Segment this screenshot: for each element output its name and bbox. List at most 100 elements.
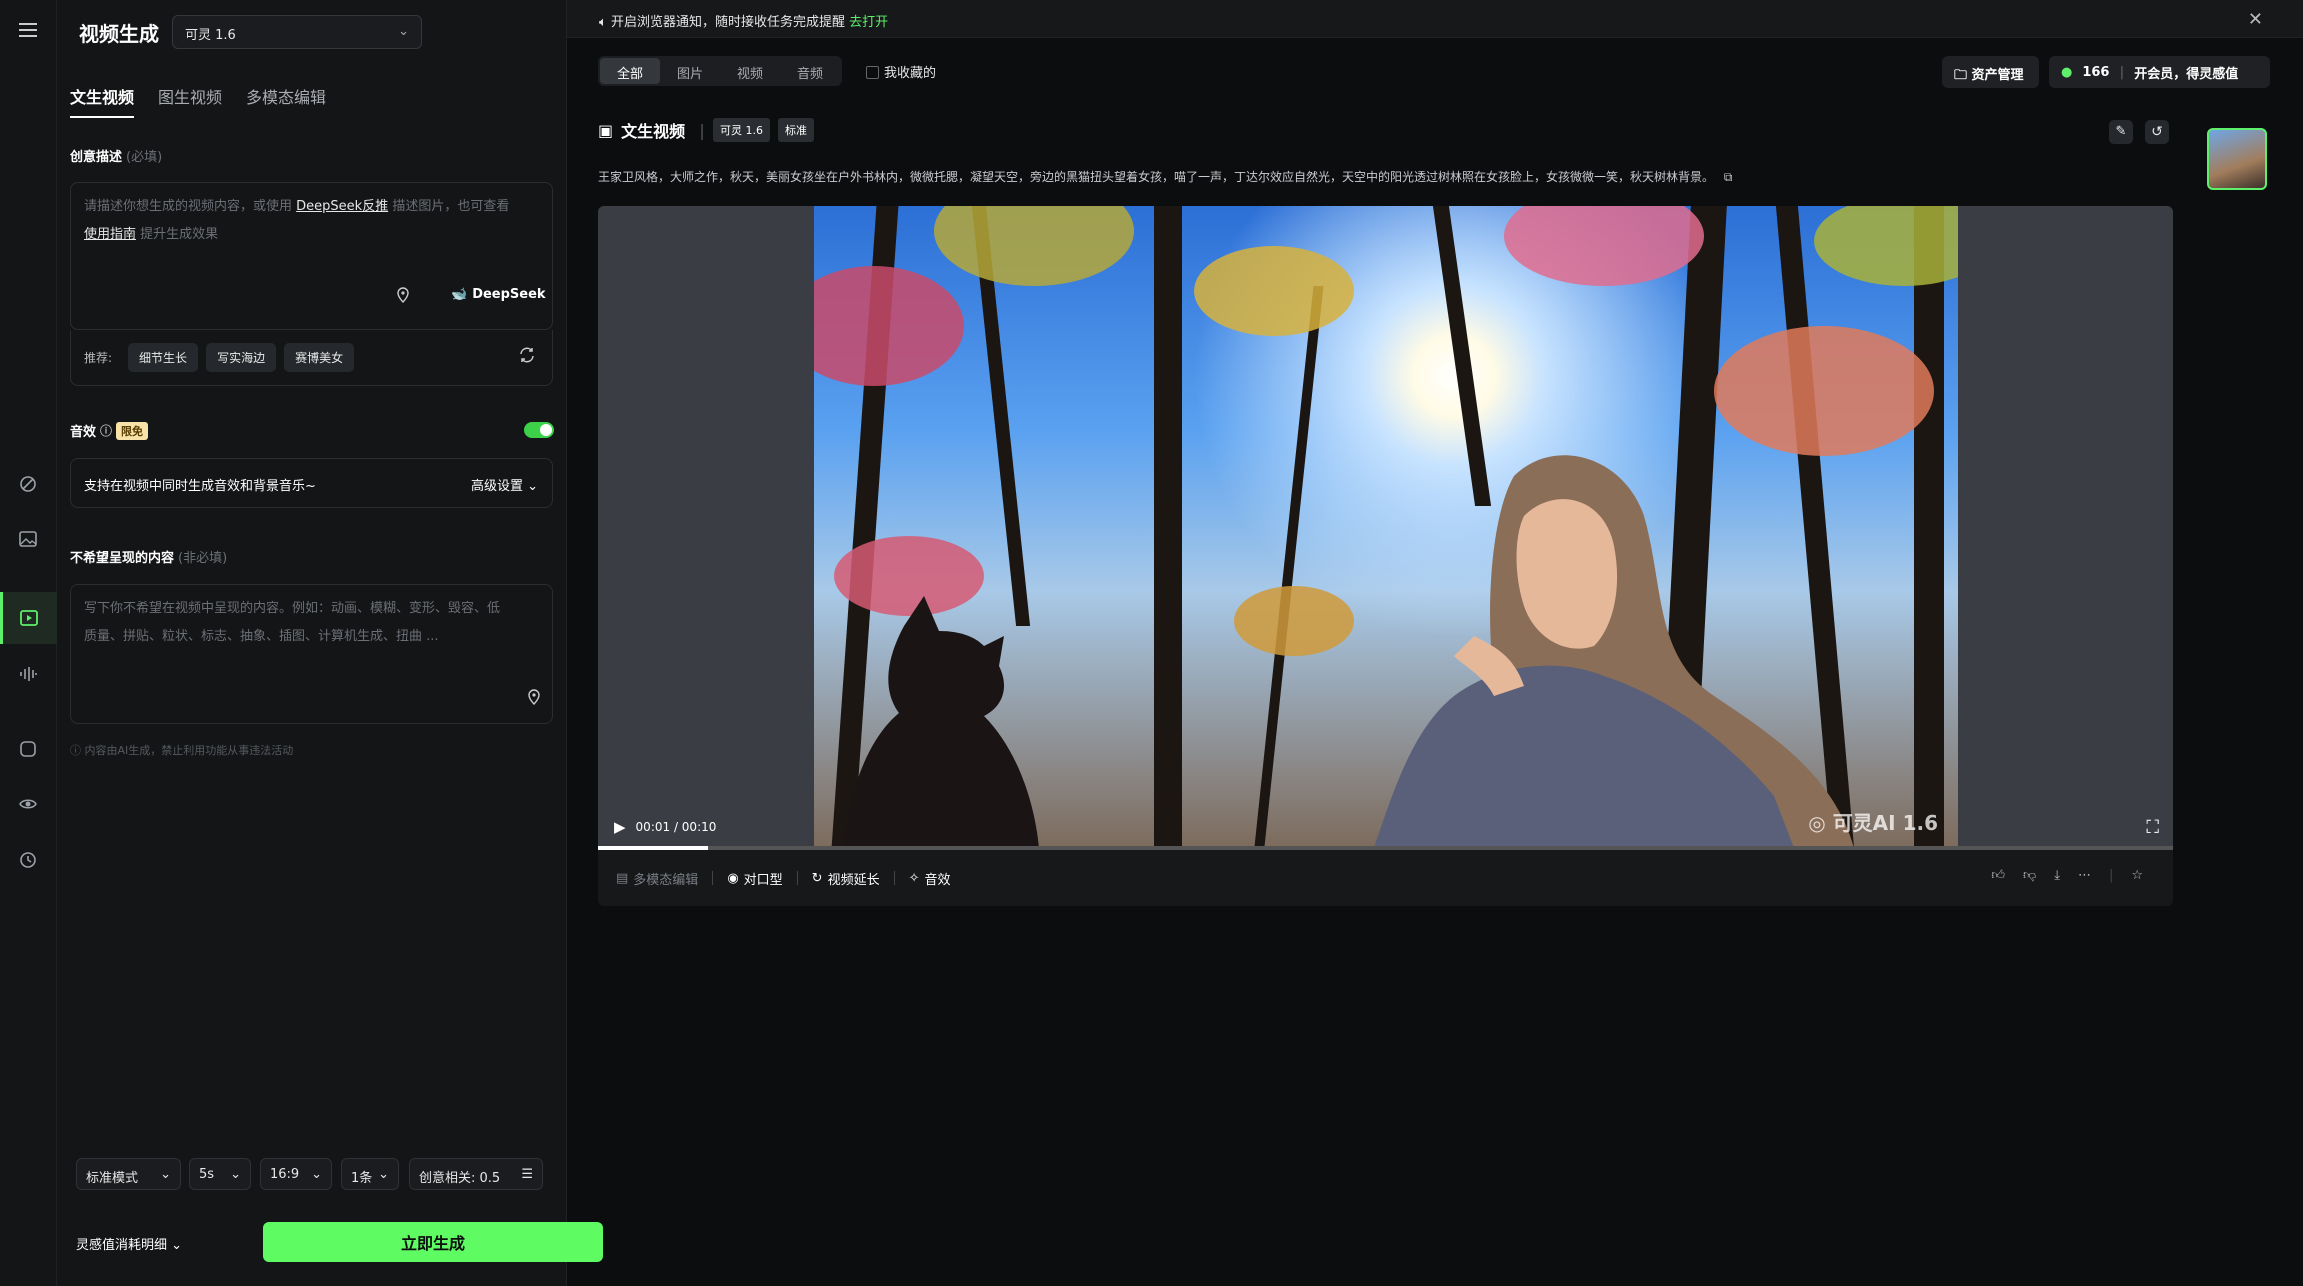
logo-icon: ◎ bbox=[1808, 811, 1826, 835]
download-icon[interactable]: ⤓ bbox=[2054, 868, 2060, 883]
action-label: 对口型 bbox=[743, 872, 783, 888]
creativity-select[interactable]: 创意相关: 0.5 ☰ bbox=[409, 1158, 543, 1190]
filter-audio[interactable]: 音频 bbox=[780, 58, 840, 84]
filter-image[interactable]: 图片 bbox=[660, 58, 720, 84]
sound-effect-button[interactable]: ✧ 音效 bbox=[909, 869, 951, 888]
prompt-placeholder: 请描述你想生成的视频内容，或使用 DeepSeek反推 描述图片，也可查看 使用… bbox=[84, 193, 539, 249]
tab-multimodal-edit[interactable]: 多模态编辑 bbox=[246, 84, 326, 118]
thumbs-down-icon[interactable]: 👎︎ bbox=[2023, 868, 2036, 883]
model-select[interactable]: 可灵 1.6 ⌄ bbox=[172, 15, 422, 49]
prompt-ph-1: 请描述你想生成的视频内容，或使用 bbox=[84, 199, 293, 214]
creative-icon[interactable] bbox=[14, 470, 42, 498]
play-icon[interactable]: ▶ bbox=[614, 818, 626, 836]
enable-notification-link[interactable]: 去打开 bbox=[849, 15, 888, 30]
location-pin-icon[interactable] bbox=[396, 287, 410, 307]
asset-management-button[interactable]: 🗀 资产管理 bbox=[1942, 56, 2039, 88]
speaker-icon: 🔈︎ bbox=[599, 15, 607, 30]
image-gen-icon[interactable] bbox=[14, 525, 42, 553]
points-vip-button[interactable]: ● 166 | 开会员，得灵感值 bbox=[2049, 56, 2270, 88]
prompt-label-text: 创意描述 bbox=[70, 150, 123, 165]
filter-all[interactable]: 全部 bbox=[600, 58, 661, 84]
usage-guide-link[interactable]: 使用指南 bbox=[84, 227, 136, 242]
tab-text-to-video[interactable]: 文生视频 bbox=[70, 84, 135, 118]
video-thumbnail[interactable] bbox=[2207, 128, 2267, 190]
close-icon[interactable]: ✕ bbox=[2248, 9, 2263, 30]
prompt-required: (必填) bbox=[126, 150, 163, 165]
history-icon[interactable] bbox=[14, 846, 42, 874]
location-pin-icon[interactable] bbox=[527, 689, 541, 709]
ratio-select[interactable]: 16:9 ⌄ bbox=[260, 1158, 332, 1190]
sound-description: 支持在视频中同时生成音效和背景音乐~ bbox=[84, 479, 316, 494]
audio-gen-icon[interactable] bbox=[14, 660, 42, 688]
copy-icon[interactable]: ⧉ bbox=[1724, 170, 1733, 184]
video-player[interactable]: ◎ 可灵AI 1.6 ▶ 00:01 / 00:10 ⛶ bbox=[598, 206, 2173, 848]
multimodal-edit-button[interactable]: ▤ 多模态编辑 bbox=[616, 869, 698, 888]
recommend-chip[interactable]: 写实海边 bbox=[206, 343, 277, 372]
woman-figure bbox=[1374, 455, 1854, 848]
deepseek-button[interactable]: 🐋 DeepSeek bbox=[451, 287, 546, 302]
lip-sync-button[interactable]: ◉ 对口型 bbox=[727, 869, 782, 888]
notification-text: 开启浏览器通知，随时接收任务完成提醒 bbox=[610, 15, 845, 30]
negative-label-text: 不希望呈现的内容 bbox=[70, 551, 175, 566]
result-card-header: ▣ 文生视频 | 可灵 1.6 标准 ✎ ↺ bbox=[598, 118, 2173, 144]
cost-label: 灵感值消耗明细 bbox=[76, 1238, 168, 1253]
duration-value: 5s bbox=[199, 1167, 215, 1182]
eye-icon[interactable] bbox=[14, 790, 42, 818]
generate-button[interactable]: 立即生成 bbox=[263, 1222, 603, 1262]
more-icon[interactable]: ⋯ bbox=[2078, 868, 2091, 883]
star-icon[interactable]: ☆ bbox=[2131, 868, 2143, 883]
card-title: 文生视频 bbox=[621, 122, 686, 141]
thumbs-up-icon[interactable]: 👍︎ bbox=[1991, 868, 2005, 883]
playback-time: 00:01 / 00:10 bbox=[635, 820, 717, 834]
menu-icon[interactable] bbox=[14, 16, 42, 44]
filter-video[interactable]: 视频 bbox=[720, 58, 780, 84]
prompt-ph-3: 提升生成效果 bbox=[140, 227, 219, 242]
edit-layers-icon: ▤ bbox=[616, 870, 629, 886]
chevron-down-icon: ⌄ bbox=[311, 1167, 322, 1182]
chevron-down-icon: ⌄ bbox=[378, 1167, 389, 1182]
mode-value: 标准模式 bbox=[86, 1171, 139, 1186]
fullscreen-icon[interactable]: ⛶ bbox=[2146, 817, 2159, 838]
chevron-down-icon: ⌄ bbox=[527, 479, 538, 494]
watermark-text: 可灵AI 1.6 bbox=[1832, 811, 1938, 835]
duration-select[interactable]: 5s ⌄ bbox=[189, 1158, 251, 1190]
mode-select[interactable]: 标准模式 ⌄ bbox=[76, 1158, 181, 1190]
action-label: 多模态编辑 bbox=[633, 872, 699, 888]
prompt-ph-2: 描述图片，也可查看 bbox=[392, 199, 510, 214]
whale-icon: 🐋 bbox=[451, 287, 468, 302]
model-select-value: 可灵 1.6 bbox=[185, 28, 236, 43]
generation-panel: 视频生成 可灵 1.6 ⌄ 文生视频 图生视频 多模态编辑 创意描述 (必填) 请… bbox=[57, 0, 603, 1286]
refresh-icon[interactable] bbox=[518, 346, 536, 368]
notification-bar: 🔈︎ 开启浏览器通知，随时接收任务完成提醒 去打开 ✕ bbox=[567, 0, 2303, 38]
recommend-chip[interactable]: 赛博美女 bbox=[284, 343, 355, 372]
watermark: ◎ 可灵AI 1.6 bbox=[1808, 807, 1938, 836]
ratio-value: 16:9 bbox=[270, 1167, 300, 1182]
cost-details-button[interactable]: 灵感值消耗明细 ⌄ bbox=[76, 1234, 182, 1253]
edit-icon[interactable]: ✎ bbox=[2109, 120, 2133, 144]
prompt-textarea[interactable]: 请描述你想生成的视频内容，或使用 DeepSeek反推 描述图片，也可查看 使用… bbox=[70, 182, 553, 330]
video-gen-icon[interactable] bbox=[0, 592, 57, 644]
left-rail bbox=[0, 0, 57, 1286]
regenerate-icon[interactable]: ↺ bbox=[2145, 120, 2169, 144]
sound-toggle[interactable] bbox=[524, 422, 554, 438]
mode-tabs: 文生视频 图生视频 多模态编辑 bbox=[70, 84, 326, 118]
count-value: 1条 bbox=[351, 1171, 373, 1186]
black-cat bbox=[844, 596, 1039, 848]
count-select[interactable]: 1条 ⌄ bbox=[341, 1158, 399, 1190]
playback-controls: ▶ 00:01 / 00:10 bbox=[614, 818, 716, 836]
advanced-settings-button[interactable]: 高级设置 ⌄ bbox=[471, 475, 538, 494]
recommend-chip[interactable]: 细节生长 bbox=[128, 343, 199, 372]
asset-filter-tabs: 全部 图片 视频 音频 bbox=[598, 56, 843, 86]
info-icon[interactable]: ⓘ bbox=[100, 422, 112, 439]
free-badge: 限免 bbox=[116, 421, 149, 440]
negative-textarea[interactable]: 写下你不希望在视频中呈现的内容。例如：动画、模糊、变形、毁容、低 质量、拼贴、粒… bbox=[70, 584, 553, 724]
extend-video-button[interactable]: ↻ 视频延长 bbox=[812, 869, 880, 888]
disclaimer: ⓘ 内容由AI生成，禁止利用功能从事违法活动 bbox=[70, 742, 293, 758]
tab-image-to-video[interactable]: 图生视频 bbox=[158, 84, 222, 118]
sound-settings-row[interactable]: 支持在视频中同时生成音效和背景音乐~ 高级设置 ⌄ bbox=[70, 458, 553, 508]
cube-icon[interactable] bbox=[14, 735, 42, 763]
sound-label: 音效 ⓘ 限免 bbox=[70, 421, 149, 440]
deepseek-reverse-link[interactable]: DeepSeek反推 bbox=[296, 199, 388, 214]
favorites-checkbox[interactable]: 我收藏的 bbox=[866, 62, 936, 81]
chevron-down-icon: ⌄ bbox=[230, 1167, 241, 1182]
